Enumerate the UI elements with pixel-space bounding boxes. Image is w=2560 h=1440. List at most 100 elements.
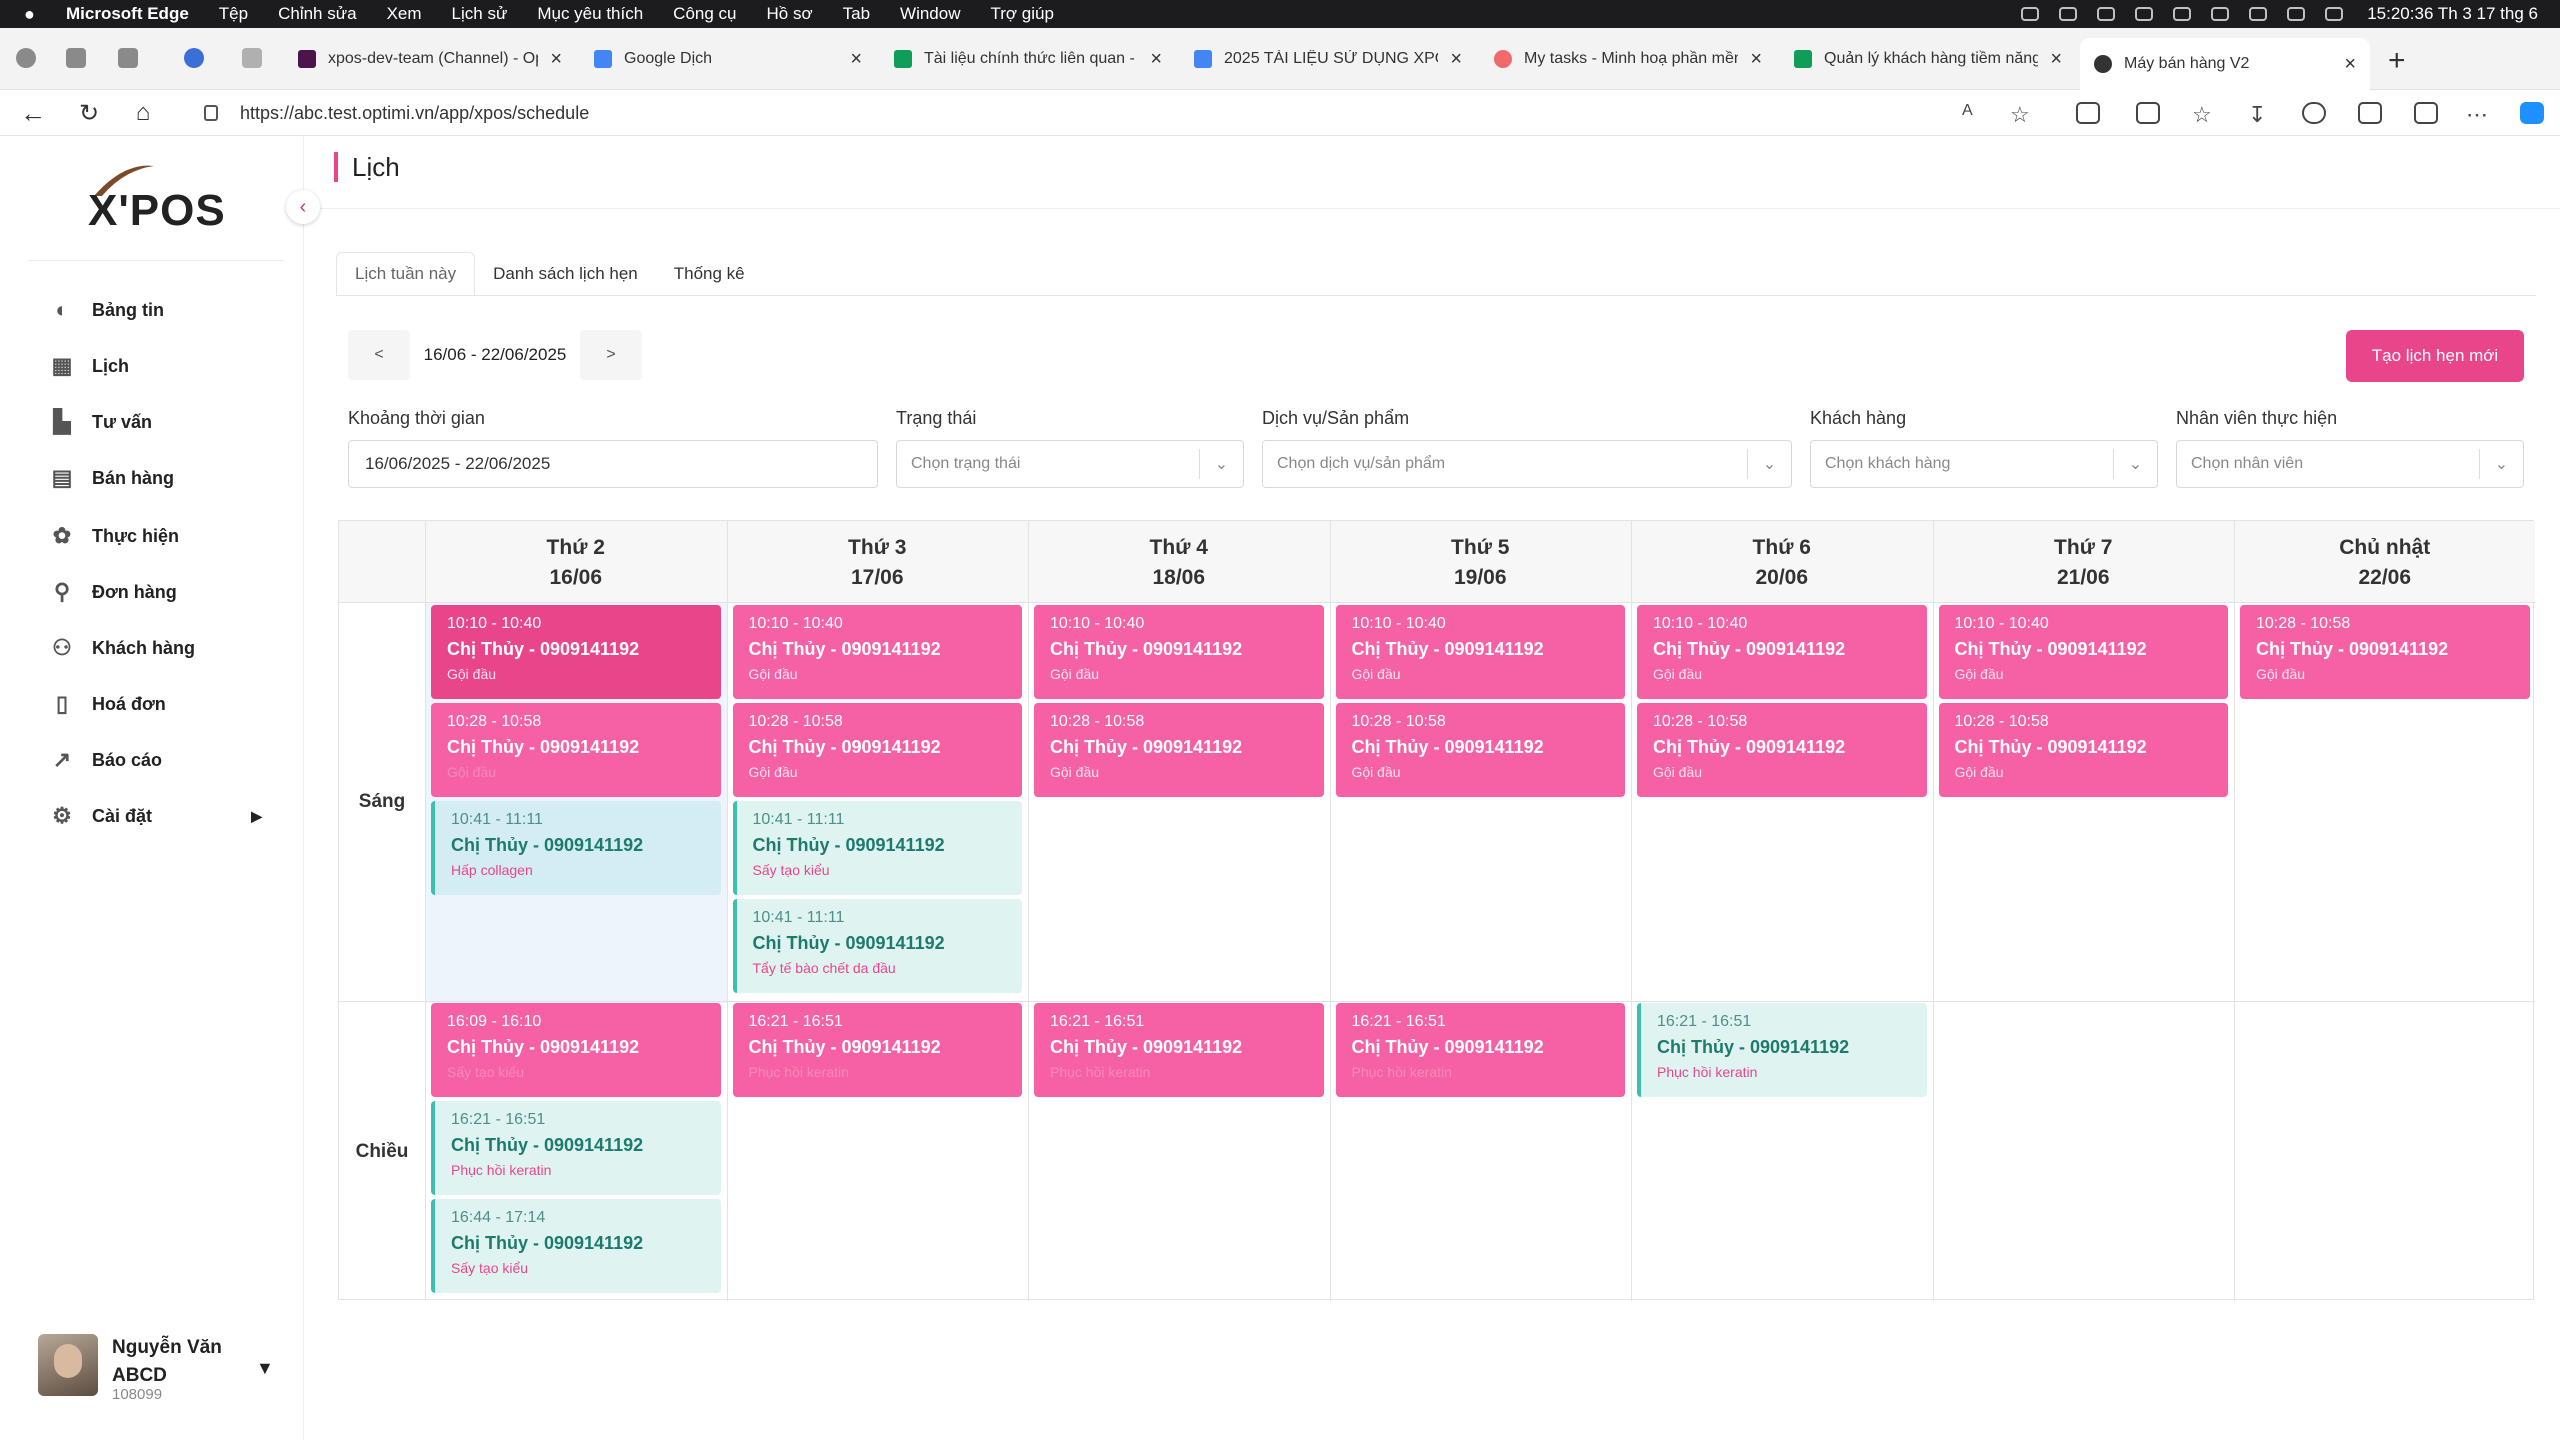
appointment-card[interactable]: 16:21 - 16:51 Chị Thủy - 0909141192 Phục h… (431, 1101, 721, 1195)
close-icon[interactable]: × (850, 48, 862, 71)
browser-tab[interactable]: Tài liệu chính thức liên quan - ( × (880, 38, 1176, 80)
menubar-app-name[interactable]: Microsoft Edge (66, 4, 189, 24)
menu-history[interactable]: Lịch sử (452, 4, 508, 24)
appointment-card[interactable]: 10:41 - 11:11 Chị Thủy - 0909141192 Tẩy tế… (732, 899, 1022, 993)
moon-icon[interactable] (2135, 7, 2154, 21)
display-icon[interactable] (2097, 7, 2116, 21)
appointment-card[interactable]: 10:41 - 11:11 Chị Thủy - 0909141192 Sấy tạ… (732, 801, 1022, 895)
close-icon[interactable]: × (550, 48, 562, 71)
wifi-icon[interactable] (2249, 7, 2268, 21)
logo-text[interactable]: X'POS (88, 186, 226, 236)
caret-down-icon[interactable]: ▼ (256, 1358, 274, 1379)
browser-tab[interactable]: Google Dịch × (580, 38, 876, 80)
close-icon[interactable]: × (2050, 48, 2062, 71)
appointment-card[interactable]: 16:09 - 16:10 Chị Thủy - 0909141192 Sấy tạ… (431, 1003, 721, 1097)
appointment-card[interactable]: 10:10 - 10:40 Chị Thủy - 0909141192 Gội đầ… (1335, 605, 1625, 699)
close-icon[interactable]: × (1750, 48, 1762, 71)
menubar-clock[interactable]: 15:20:36 Th 3 17 thg 6 (2367, 4, 2538, 24)
appointment-card[interactable]: 10:28 - 10:58 Chị Thủy - 0909141192 Gội đầ… (1034, 703, 1324, 797)
appointment-card[interactable]: 16:21 - 16:51 Chị Thủy - 0909141192 Phục h… (1034, 1003, 1324, 1097)
menu-help[interactable]: Trợ giúp (991, 4, 1054, 24)
tab-statistics[interactable]: Thống kê (656, 252, 763, 296)
menu-file[interactable]: Tệp (219, 4, 248, 24)
appointment-card[interactable]: 10:28 - 10:58 Chị Thủy - 0909141192 Gội đầ… (2240, 605, 2530, 699)
extensions-icon[interactable] (2076, 102, 2100, 124)
appointment-card[interactable]: 10:10 - 10:40 Chị Thủy - 0909141192 Gội đầ… (431, 605, 721, 699)
menu-tab[interactable]: Tab (843, 4, 870, 24)
collapse-sidebar-button[interactable]: ‹ (286, 190, 320, 224)
new-tab-icon[interactable]: + (2388, 44, 2406, 78)
sidebar-item-hoa-don[interactable]: ▯ Hoá đơn (50, 684, 290, 724)
bluetooth-icon[interactable] (2211, 7, 2230, 21)
tab-actions-icon[interactable] (118, 48, 138, 68)
browser-tab[interactable]: 2025 TÀI LIỆU SỬ DỤNG XPOS × (1180, 38, 1476, 80)
more-options-icon[interactable]: ⋯ (2466, 102, 2490, 127)
screenshot-icon[interactable] (2358, 102, 2382, 124)
browser-tab[interactable]: My tasks - Minh hoạ phần mềm × (1480, 38, 1776, 80)
close-icon[interactable]: × (2344, 53, 2356, 76)
appointment-card[interactable]: 10:28 - 10:58 Chị Thủy - 0909141192 Gội đầ… (1938, 703, 2228, 797)
home-icon[interactable]: ⌂ (128, 98, 158, 128)
profile-icon[interactable] (16, 48, 36, 68)
split-screen-icon[interactable] (2136, 102, 2160, 124)
appointment-card[interactable]: 16:21 - 16:51 Chị Thủy - 0909141192 Phục h… (1335, 1003, 1625, 1097)
browser-tab[interactable]: xpos-dev-team (Channel) - Op × (284, 38, 576, 80)
sidebar-item-bang-tin[interactable]: ◐ Bảng tin (50, 290, 290, 330)
performance-icon[interactable] (2302, 102, 2326, 124)
favorites-icon[interactable]: ☆ (2192, 102, 2216, 127)
control-center-icon[interactable] (2325, 7, 2344, 21)
apple-icon[interactable]: ● (24, 4, 48, 25)
pinned-tab-icon[interactable] (242, 48, 262, 68)
read-aloud-icon[interactable]: A (1962, 102, 1986, 124)
period-filter-input[interactable]: 16/06/2025 - 22/06/2025 (348, 440, 878, 488)
browser-tab[interactable]: Quản lý khách hàng tiềm năng × (1780, 38, 2076, 80)
create-appointment-button[interactable]: Tạo lịch hẹn mới (2346, 330, 2524, 382)
copilot-icon[interactable] (2520, 102, 2544, 124)
sidebar-item-don-hang[interactable]: ⚲ Đơn hàng (50, 572, 290, 612)
tab-this-week[interactable]: Lịch tuần này (336, 252, 476, 296)
prev-week-button[interactable]: < (348, 330, 410, 380)
sidebar-item-khach-hang[interactable]: ⚇ Khách hàng (50, 628, 290, 668)
next-week-button[interactable]: > (580, 330, 642, 380)
menu-window[interactable]: Window (900, 4, 960, 24)
back-arrow-icon[interactable]: ← (18, 98, 48, 128)
appointment-card[interactable]: 16:44 - 17:14 Chị Thủy - 0909141192 Sấy tạ… (431, 1199, 721, 1293)
service-select[interactable]: Chọn dịch vụ/sản phẩm ⌄ (1262, 440, 1792, 488)
workspaces-icon[interactable] (66, 48, 86, 68)
menu-tools[interactable]: Công cụ (673, 4, 736, 24)
vpn-icon[interactable] (2021, 7, 2040, 21)
sidebar-item-thuc-hien[interactable]: ✿ Thực hiện (50, 516, 290, 556)
customer-select[interactable]: Chọn khách hàng ⌄ (1810, 440, 2158, 488)
appointment-card[interactable]: 10:28 - 10:58 Chị Thủy - 0909141192 Gội đầ… (1637, 703, 1927, 797)
share-icon[interactable] (2414, 102, 2438, 124)
refresh-icon[interactable]: ↻ (74, 98, 104, 128)
appointment-card[interactable]: 10:28 - 10:58 Chị Thủy - 0909141192 Gội đầ… (732, 703, 1022, 797)
sidebar-item-ban-hang[interactable]: ▤ Bán hàng (50, 458, 290, 498)
menu-edit[interactable]: Chỉnh sửa (278, 4, 356, 24)
url-field[interactable]: https://abc.test.optimi.vn/app/xpos/sche… (204, 90, 589, 136)
tab-appointment-list[interactable]: Danh sách lịch hẹn (475, 252, 656, 296)
close-icon[interactable]: × (1150, 48, 1162, 71)
appointment-card[interactable]: 10:28 - 10:58 Chị Thủy - 0909141192 Gội đầ… (1335, 703, 1625, 797)
sidebar-item-lich[interactable]: ▦ Lịch (50, 346, 290, 386)
menu-profile[interactable]: Hồ sơ (767, 4, 813, 24)
spotlight-search-icon[interactable] (2287, 7, 2306, 21)
menu-view[interactable]: Xem (387, 4, 422, 24)
favorite-star-icon[interactable]: ☆ (2010, 102, 2034, 127)
staff-select[interactable]: Chọn nhân viên ⌄ (2176, 440, 2524, 488)
appointment-card[interactable]: 10:10 - 10:40 Chị Thủy - 0909141192 Gội đầ… (1637, 605, 1927, 699)
headphones-icon[interactable] (2059, 7, 2078, 21)
appointment-card[interactable]: 16:21 - 16:51 Chị Thủy - 0909141192 Phục h… (1637, 1003, 1927, 1097)
pinned-tab-icon[interactable] (184, 48, 204, 68)
appointment-card[interactable]: 10:10 - 10:40 Chị Thủy - 0909141192 Gội đầ… (1034, 605, 1324, 699)
close-icon[interactable]: × (1450, 48, 1462, 71)
appointment-card[interactable]: 16:21 - 16:51 Chị Thủy - 0909141192 Phục h… (732, 1003, 1022, 1097)
status-select[interactable]: Chọn trạng thái ⌄ (896, 440, 1244, 488)
appointment-card[interactable]: 10:10 - 10:40 Chị Thủy - 0909141192 Gội đầ… (732, 605, 1022, 699)
input-source-icon[interactable] (2173, 7, 2192, 21)
download-icon[interactable]: ↧ (2248, 102, 2272, 127)
sidebar-item-cai-dat[interactable]: ⚙ Cài đặt ▶ (50, 796, 290, 836)
appointment-card[interactable]: 10:28 - 10:58 Chị Thủy - 0909141192 Gội đầ… (431, 703, 721, 797)
browser-tab-active[interactable]: Máy bán hàng V2 × (2080, 38, 2370, 90)
sidebar-item-bao-cao[interactable]: ↗ Báo cáo (50, 740, 290, 780)
